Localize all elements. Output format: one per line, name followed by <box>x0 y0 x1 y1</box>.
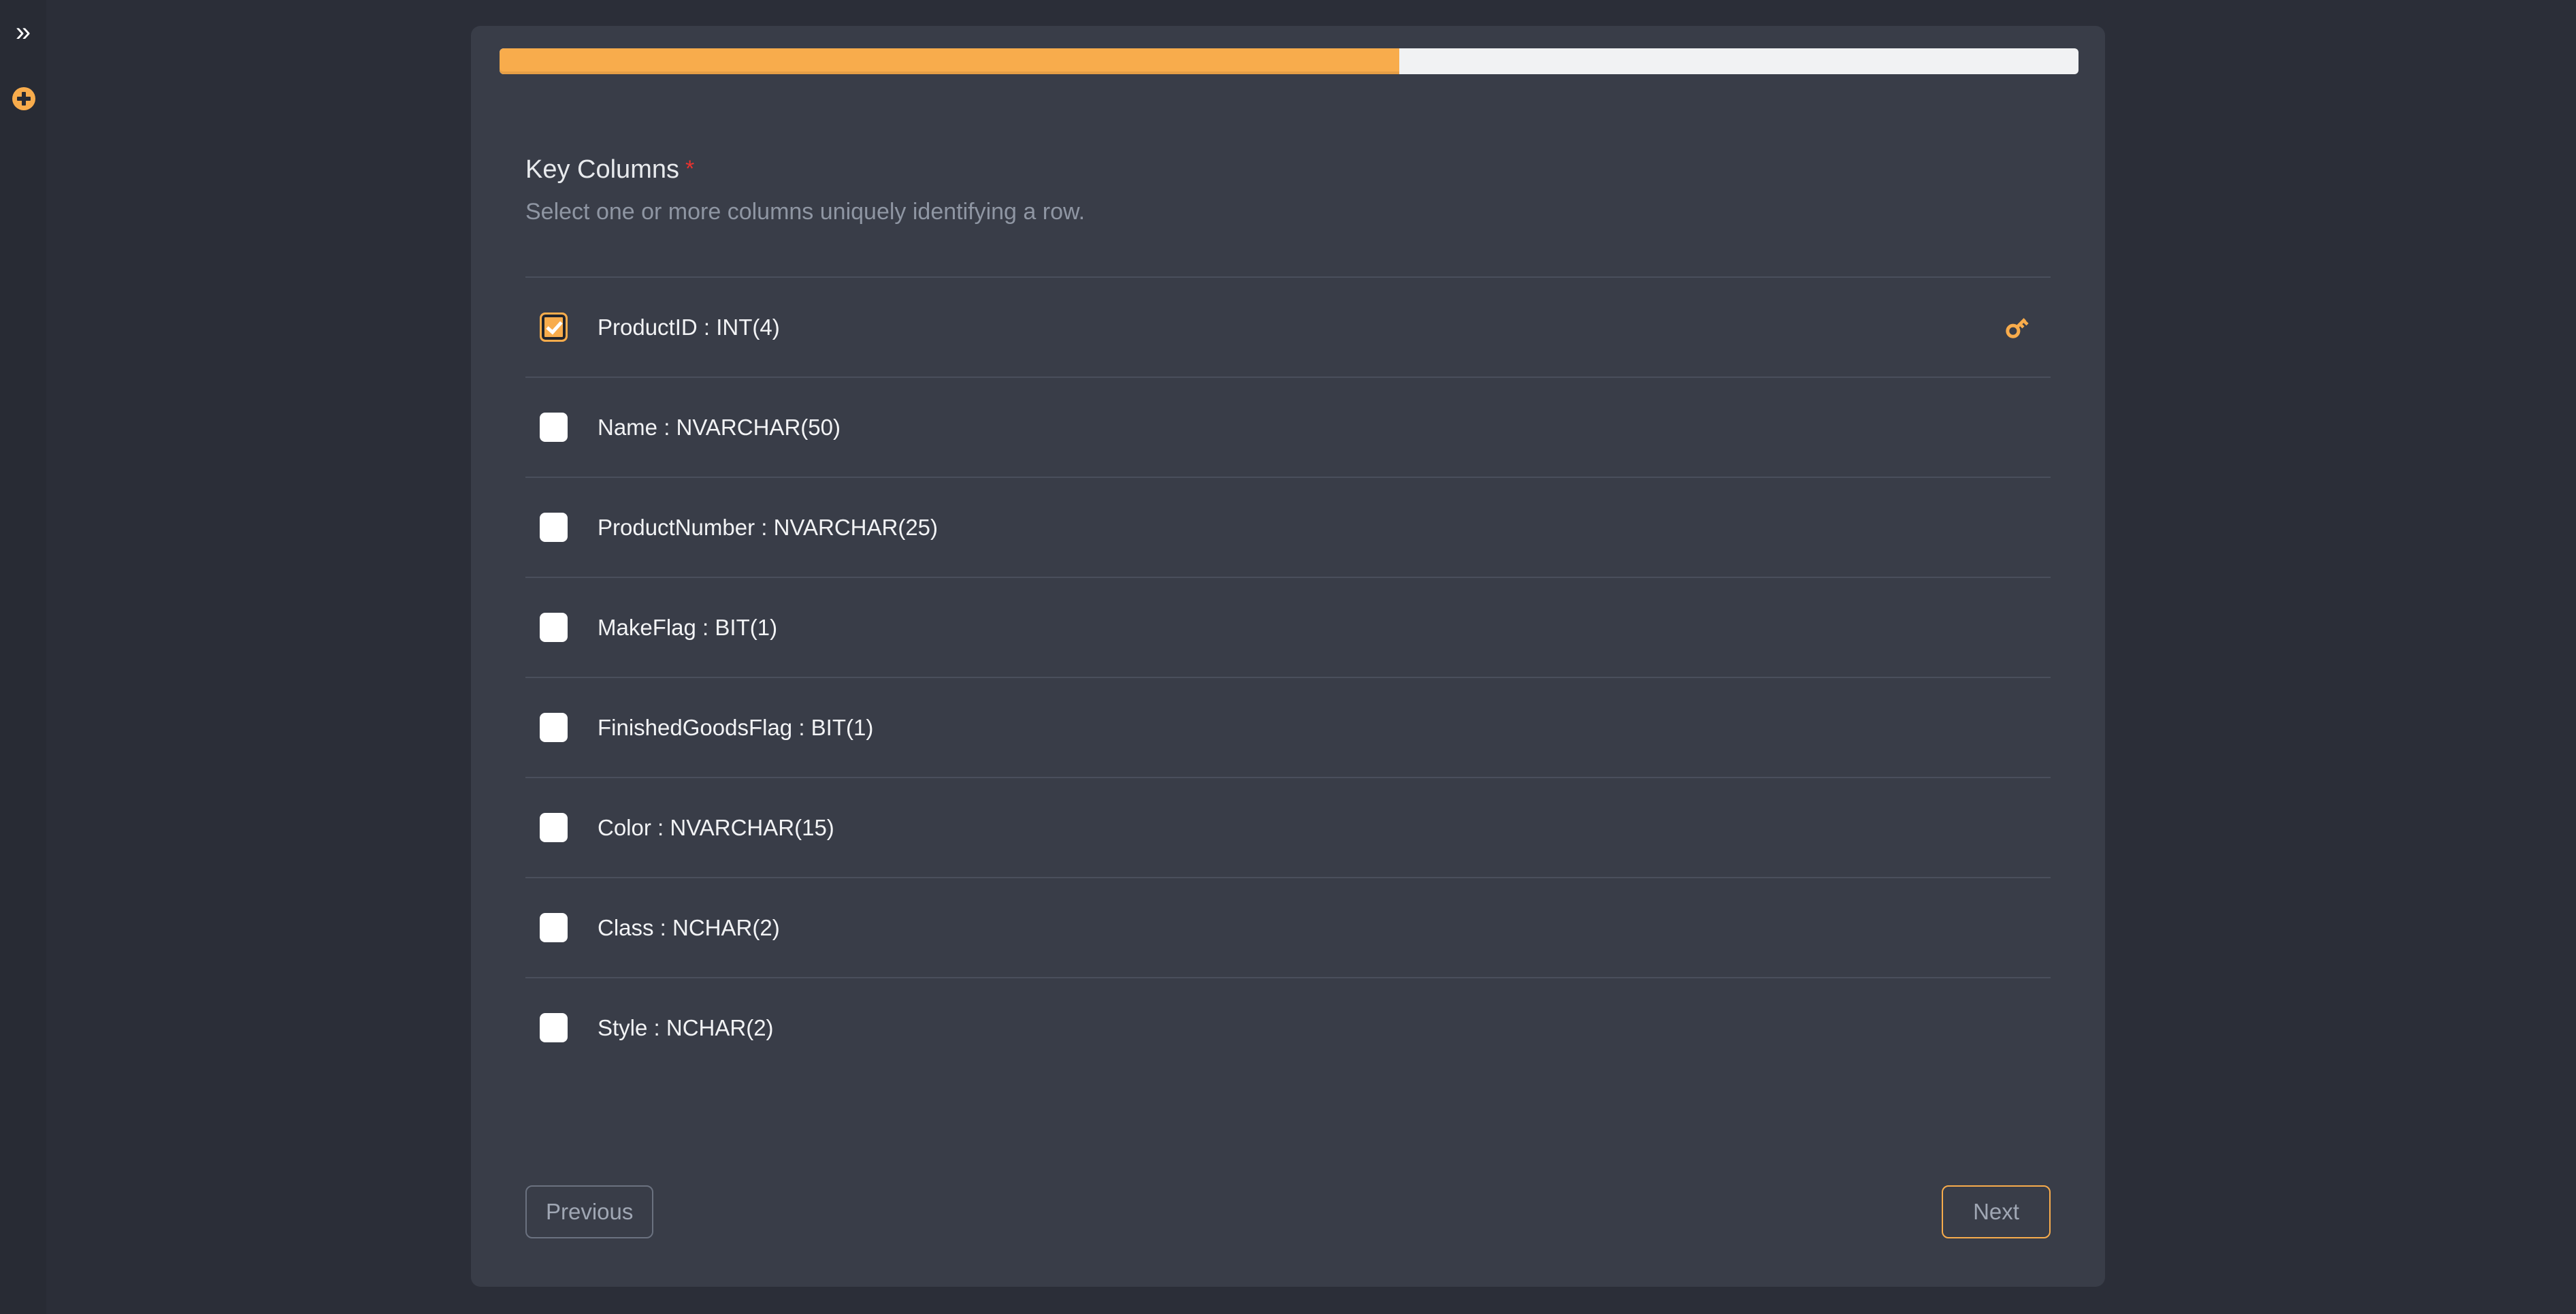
checkbox-unchecked[interactable] <box>540 913 568 942</box>
checkbox-unchecked[interactable] <box>540 713 568 742</box>
page-title-text: Key Columns <box>525 155 679 184</box>
wizard-progress-fill <box>500 48 1400 74</box>
column-label: ProductID : INT(4) <box>598 314 780 340</box>
column-row[interactable]: ProductID : INT(4) <box>525 276 2051 376</box>
column-label: Color : NVARCHAR(15) <box>598 814 834 840</box>
column-row[interactable]: Color : NVARCHAR(15) <box>525 777 2051 877</box>
column-row[interactable]: Style : NCHAR(2) <box>525 977 2051 1077</box>
column-row[interactable]: ProductNumber : NVARCHAR(25) <box>525 477 2051 577</box>
double-chevron-right-icon[interactable]: » <box>7 16 39 48</box>
checkbox-checked[interactable] <box>540 313 568 342</box>
column-row[interactable]: Class : NCHAR(2) <box>525 877 2051 977</box>
column-row[interactable]: MakeFlag : BIT(1) <box>525 577 2051 677</box>
key-icon <box>2001 312 2032 343</box>
key-columns-list: ProductID : INT(4) Name : NVARCHAR(50) Pro… <box>525 276 2051 1077</box>
column-label: FinishedGoodsFlag : BIT(1) <box>598 714 874 740</box>
section-header: Key Columns * Select one or more columns … <box>525 153 2057 226</box>
column-label: ProductNumber : NVARCHAR(25) <box>598 514 939 540</box>
plus-circle-icon[interactable] <box>12 87 35 110</box>
column-row[interactable]: FinishedGoodsFlag : BIT(1) <box>525 677 2051 777</box>
column-label: Style : NCHAR(2) <box>598 1014 774 1040</box>
next-button[interactable]: Next <box>1942 1185 2051 1238</box>
section-subtitle: Select one or more columns uniquely iden… <box>525 199 1086 225</box>
column-label: Name : NVARCHAR(50) <box>598 414 841 440</box>
wizard-footer: Previous Next <box>525 1185 2051 1260</box>
checkbox-unchecked[interactable] <box>540 513 568 542</box>
wizard-progress-bar <box>500 48 2078 74</box>
checkbox-unchecked[interactable] <box>540 1013 568 1042</box>
column-label: MakeFlag : BIT(1) <box>598 614 778 640</box>
left-rail: » <box>0 0 46 1314</box>
checkbox-unchecked[interactable] <box>540 813 568 842</box>
previous-button[interactable]: Previous <box>525 1185 654 1238</box>
column-label: Class : NCHAR(2) <box>598 914 780 940</box>
page-title: Key Columns * <box>525 153 2057 185</box>
checkbox-unchecked[interactable] <box>540 613 568 642</box>
required-asterisk: * <box>685 156 695 182</box>
column-row[interactable]: Name : NVARCHAR(50) <box>525 376 2051 477</box>
checkbox-unchecked[interactable] <box>540 413 568 442</box>
